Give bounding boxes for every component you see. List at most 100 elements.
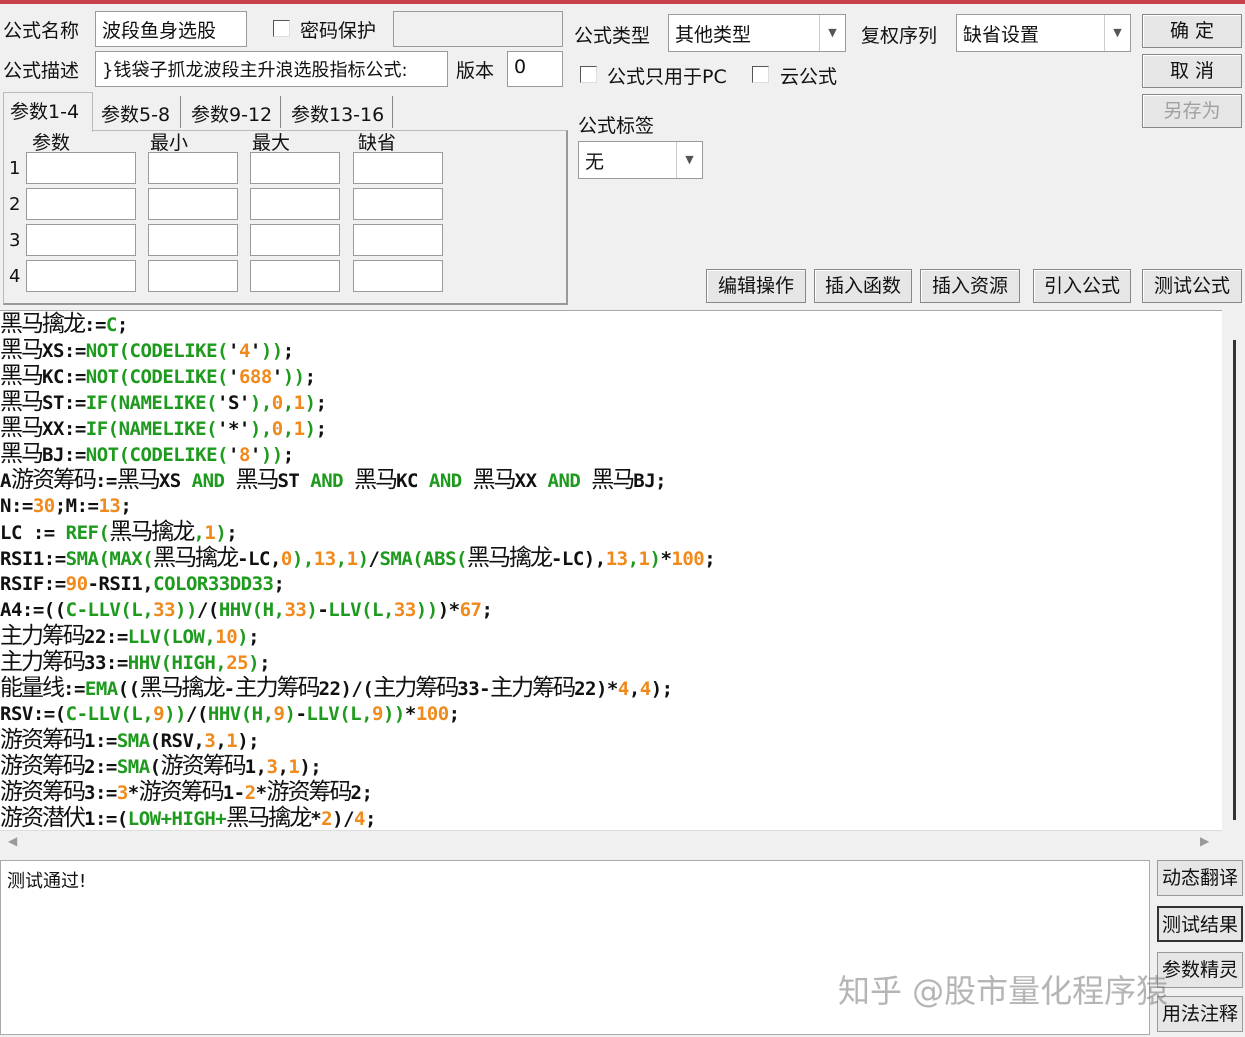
code-line: 主力筹码22:=LLV(LOW,10); — [0, 623, 1222, 649]
chevron-down-icon[interactable]: ▼ — [676, 142, 702, 178]
param-cell-参数[interactable] — [26, 224, 136, 256]
param-cell-最大[interactable] — [250, 224, 340, 256]
version-label: 版本 — [456, 60, 495, 82]
code-text: -RSI1, — [87, 573, 154, 595]
horizontal-scrollbar[interactable]: ◀ ▶ — [0, 830, 1222, 852]
code-text: /( — [196, 599, 219, 621]
pc-only-checkbox[interactable] — [580, 66, 597, 83]
code-number: 13 — [313, 548, 336, 570]
code-number: 4 — [354, 808, 365, 830]
code-text: 黑马 — [354, 467, 398, 493]
formula-desc-input[interactable]: }钱袋子抓龙波段主升浪选股指标公式: — [95, 51, 448, 87]
code-function: , — [282, 392, 294, 414]
code-text: , — [277, 756, 289, 778]
import-formula-button[interactable]: 引入公式 — [1033, 269, 1131, 303]
code-line: 黑马XS:=NOT(CODELIKE('4')); — [0, 337, 1222, 363]
rights-select[interactable]: 缺省设置 ▼ — [956, 14, 1131, 52]
code-number: 0 — [271, 392, 283, 414]
chevron-down-icon[interactable]: ▼ — [819, 15, 845, 51]
code-text: RSI1:= — [0, 548, 66, 570]
code-function: HHV(H, — [207, 703, 274, 725]
scroll-left-icon[interactable]: ◀ — [8, 834, 17, 848]
code-editor[interactable]: 黑马擒龙:=C; 黑马XS:=NOT(CODELIKE('4')); 黑马KC:=N… — [0, 310, 1222, 830]
scroll-right-icon[interactable]: ▶ — [1200, 834, 1209, 848]
edit-ops-button[interactable]: 编辑操作 — [706, 269, 806, 303]
code-function: , — [282, 418, 294, 440]
code-text: (( — [117, 678, 140, 700]
code-text: 33- — [457, 678, 491, 700]
param-cell-参数[interactable] — [26, 188, 136, 220]
code-text: 黑马擒龙 — [153, 545, 239, 571]
code-text: ; — [448, 703, 460, 725]
usage-notes-button[interactable]: 用法注释 — [1157, 996, 1243, 1032]
param-cell-最小[interactable] — [148, 152, 238, 184]
rights-value: 缺省设置 — [963, 24, 1040, 46]
param-cell-最大[interactable] — [250, 188, 340, 220]
formula-tag-select[interactable]: 无 ▼ — [578, 141, 703, 179]
code-function: , — [335, 548, 347, 570]
vertical-scroll-thumb[interactable] — [1233, 340, 1236, 820]
code-text: 1- — [222, 782, 245, 804]
cancel-button[interactable]: 取 消 — [1142, 54, 1242, 88]
code-function: ), — [291, 548, 314, 570]
code-text: 黑马擒龙-主力筹码 — [139, 675, 321, 701]
code-text: 黑马擒龙 — [466, 545, 553, 571]
insert-function-button[interactable]: 插入函数 — [814, 269, 912, 303]
code-text: ; — [315, 392, 327, 414]
code-text: ;M:= — [54, 495, 99, 517]
code-number: 1 — [288, 756, 300, 778]
code-number: 3 — [116, 782, 128, 804]
param-cell-缺省[interactable] — [353, 152, 443, 184]
code-number: 9 — [273, 703, 285, 725]
test-formula-button[interactable]: 测试公式 — [1142, 269, 1242, 303]
code-text: A4:=(( — [0, 599, 66, 621]
param-cell-最大[interactable] — [250, 152, 340, 184]
code-number: 0 — [280, 548, 292, 570]
ok-button[interactable]: 确 定 — [1142, 14, 1242, 48]
cloud-checkbox[interactable] — [752, 66, 769, 83]
code-text: 'S' — [217, 392, 250, 414]
code-text-part: 黑马擒龙 — [139, 675, 226, 701]
save-as-button[interactable]: 另存为 — [1142, 94, 1242, 128]
code-function: LLV(L, — [328, 599, 394, 621]
code-function: ) — [284, 703, 296, 725]
param-cell-缺省[interactable] — [353, 224, 443, 256]
param-cell-缺省[interactable] — [353, 188, 443, 220]
insert-resource-button[interactable]: 插入资源 — [920, 269, 1020, 303]
code-text: 黑马擒龙 — [226, 805, 312, 830]
code-text: RSV:=( — [0, 703, 66, 725]
code-text: ' — [227, 444, 239, 466]
code-function: ) — [306, 599, 318, 621]
formula-name-input[interactable]: 波段鱼身选股 — [95, 11, 247, 47]
version-input[interactable]: 0 — [507, 51, 563, 87]
code-text: * — [127, 782, 139, 804]
tab-params-5-8[interactable]: 参数5-8 — [95, 96, 181, 128]
param-cell-最小[interactable] — [148, 188, 238, 220]
code-number: 3 — [204, 730, 216, 752]
chevron-down-icon[interactable]: ▼ — [1104, 15, 1130, 51]
code-text: A — [0, 470, 11, 492]
output-text: 测试通过! — [7, 871, 87, 892]
code-number: 13 — [605, 548, 628, 570]
formula-type-select[interactable]: 其他类型 ▼ — [668, 14, 846, 52]
tab-params-9-12[interactable]: 参数9-12 — [185, 96, 281, 128]
param-cell-参数[interactable] — [26, 152, 136, 184]
param-cell-最小[interactable] — [148, 224, 238, 256]
tab-params-13-16[interactable]: 参数13-16 — [285, 96, 393, 128]
param-wizard-button[interactable]: 参数精灵 — [1157, 952, 1243, 988]
code-line: 游资筹码2:=SMA(游资筹码1,3,1); — [0, 753, 1222, 779]
param-cell-缺省[interactable] — [353, 260, 443, 292]
code-function: LLV(LOW, — [127, 626, 216, 648]
code-function: ) — [357, 548, 369, 570]
param-cell-最大[interactable] — [250, 260, 340, 292]
password-checkbox[interactable] — [273, 20, 290, 37]
param-cell-参数[interactable] — [26, 260, 136, 292]
password-input[interactable] — [393, 11, 563, 47]
param-row-number: 3 — [9, 230, 21, 251]
code-number: 1 — [226, 730, 238, 752]
test-results-button[interactable]: 测试结果 — [1157, 906, 1243, 942]
param-cell-最小[interactable] — [148, 260, 238, 292]
tab-params-1-4[interactable]: 参数1-4 — [3, 92, 93, 132]
dynamic-translate-button[interactable]: 动态翻译 — [1157, 860, 1243, 896]
